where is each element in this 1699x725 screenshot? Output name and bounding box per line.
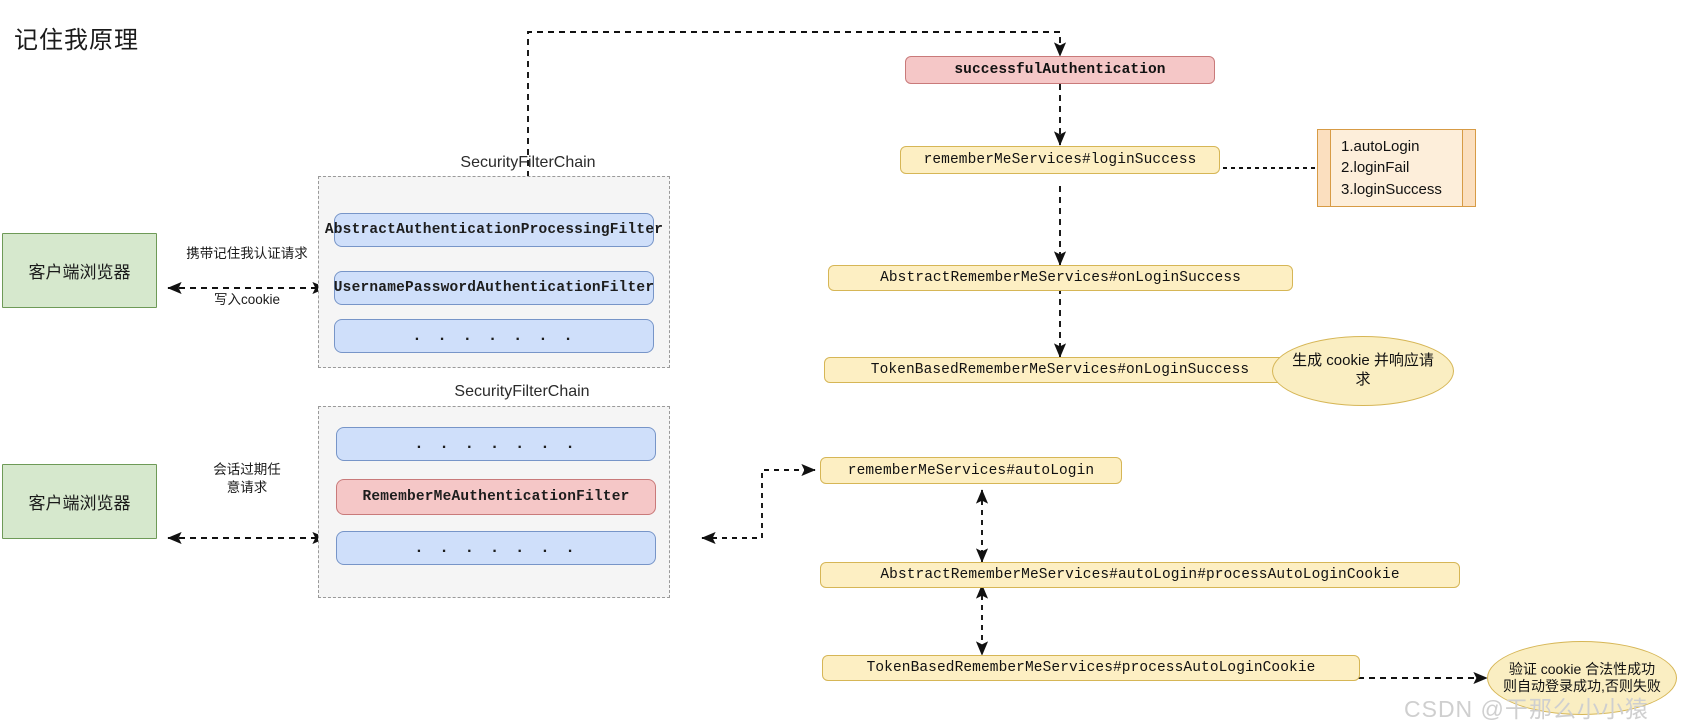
edge-label-top-request: 携带记住我认证请求 — [186, 246, 308, 261]
method-tokenbased-remembermeservices-processautologincookie[interactable]: TokenBasedRememberMeServices#processAuto… — [822, 655, 1360, 681]
edge-label-top-cookie: 写入cookie — [213, 292, 281, 307]
note-ellipse-generate-cookie: 生成 cookie 并响应请求 — [1272, 336, 1454, 406]
method-abstract-remembermeservices-processautologincookie[interactable]: AbstractRememberMeServices#autoLogin#pro… — [820, 562, 1460, 588]
note-item-2: 2.loginFail — [1341, 159, 1410, 177]
client-browser-top: 客户端浏览器 — [2, 233, 157, 308]
client-browser-bottom: 客户端浏览器 — [2, 464, 157, 539]
method-remembermeservices-autologin[interactable]: rememberMeServices#autoLogin — [820, 457, 1122, 484]
method-remembermeservices-loginsuccess[interactable]: rememberMeServices#loginSuccess — [900, 146, 1220, 174]
edge-label-bottom-request: 会话过期任 意请求 — [213, 462, 281, 495]
note-body: 1.autoLogin 2.loginFail 3.loginSuccess — [1331, 130, 1462, 206]
method-abstract-remembermeservices-onloginsuccess[interactable]: AbstractRememberMeServices#onLoginSucces… — [828, 265, 1293, 291]
note-right-bar — [1462, 130, 1475, 206]
group-label-securityfilterchain-bottom: SecurityFilterChain — [454, 383, 590, 400]
page-title: 记住我原理 — [14, 27, 139, 54]
diagram-canvas: 记住我原理 SecurityFilterChain AbstractAuthen… — [0, 0, 1699, 725]
filter-more-top[interactable]: . . . . . . . — [334, 319, 654, 353]
filter-remember-me-authentication-filter[interactable]: RememberMeAuthenticationFilter — [336, 479, 656, 515]
group-label-securityfilterchain-top: SecurityFilterChain — [460, 154, 596, 171]
edge-rmaf-to-autologin — [701, 463, 816, 545]
csdn-watermark: CSDN @干那么小小猿 — [1404, 696, 1649, 722]
note-item-3: 3.loginSuccess — [1341, 180, 1442, 198]
note-remembermeservices-methods: 1.autoLogin 2.loginFail 3.loginSuccess — [1317, 129, 1476, 207]
filter-more-bottom-lower[interactable]: . . . . . . . — [336, 531, 656, 565]
filter-abstract-authentication-processing-filter[interactable]: AbstractAuthenticationProcessingFilter — [325, 213, 663, 247]
method-tokenbased-remembermeservices-onloginsuccess[interactable]: TokenBasedRememberMeServices#onLoginSucc… — [824, 357, 1296, 383]
note-item-1: 1.autoLogin — [1341, 138, 1420, 155]
method-successful-authentication[interactable]: successfulAuthentication — [905, 56, 1215, 84]
filter-username-password-authentication-filter[interactable]: UsernamePasswordAuthenticationFilter — [334, 271, 654, 305]
filter-more-bottom-upper[interactable]: . . . . . . . — [336, 427, 656, 461]
note-left-bar — [1318, 130, 1331, 206]
